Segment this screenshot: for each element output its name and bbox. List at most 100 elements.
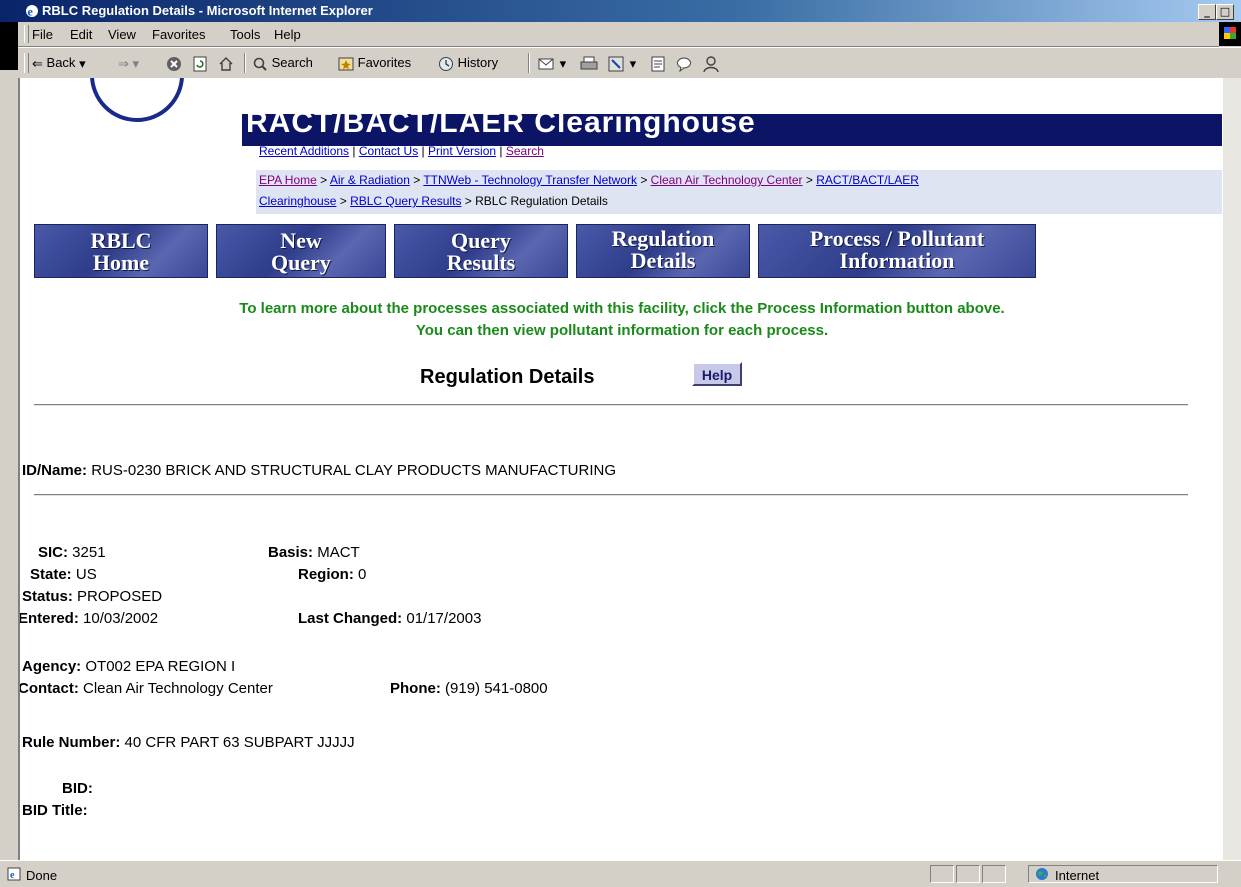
forward-dropdown-icon[interactable]: ▾ <box>133 56 140 72</box>
new-query-button[interactable]: New Query <box>216 224 386 278</box>
rblc-home-line2: Home <box>92 250 150 275</box>
status-label: Status: <box>22 588 73 605</box>
note-line-1: To learn more about the processes associ… <box>239 300 1005 317</box>
status-cell <box>956 865 980 883</box>
last-changed-value: 01/17/2003 <box>406 610 482 627</box>
status-value: PROPOSED <box>77 588 163 605</box>
crumb-ract-bact-laer[interactable]: RACT/BACT/LAER <box>816 173 919 187</box>
left-frame-strip <box>0 22 18 70</box>
back-label: Back <box>46 55 76 70</box>
sic-value: 3251 <box>72 544 106 561</box>
crumb-separator: > <box>316 173 330 187</box>
phone-field: Phone: (919) 541-0800 <box>390 680 548 697</box>
menu-help[interactable]: Help <box>274 27 301 42</box>
link-separator: | <box>349 144 359 158</box>
back-button[interactable]: ⇐ Back ▾ <box>32 55 86 72</box>
home-button[interactable] <box>218 55 234 72</box>
page-title: Regulation Details <box>420 366 595 388</box>
refresh-button[interactable] <box>192 55 208 72</box>
search-button[interactable]: Search <box>252 55 313 72</box>
document-icon <box>651 56 665 72</box>
banner-title: RACT/BACT/LAER Clearinghouse <box>246 114 756 139</box>
query-results-button[interactable]: Query Results <box>394 224 568 278</box>
vertical-scrollbar[interactable] <box>1222 78 1241 860</box>
crumb-query-results[interactable]: RBLC Query Results <box>350 194 461 208</box>
bid-title-field: BID Title: <box>22 802 88 819</box>
mail-dropdown-icon[interactable]: ▾ <box>560 56 567 72</box>
crumb-air-radiation[interactable]: Air & Radiation <box>330 173 410 187</box>
bid-label: BID: <box>62 780 93 797</box>
contact-us-link[interactable]: Contact Us <box>359 144 418 158</box>
crumb-separator: > <box>461 194 476 208</box>
menu-file[interactable]: File <box>32 27 53 42</box>
status-cell <box>930 865 954 883</box>
messenger-chat-button[interactable] <box>676 55 692 72</box>
menu-grip[interactable] <box>24 25 29 43</box>
last-changed-label: Last Changed: <box>298 610 403 627</box>
print-button[interactable] <box>580 55 598 72</box>
crumb-epa-home[interactable]: EPA Home <box>259 173 317 187</box>
state-label: State: <box>30 566 72 583</box>
search-link[interactable]: Search <box>506 144 544 158</box>
menu-view[interactable]: View <box>108 27 136 42</box>
edit-button[interactable]: ▾ <box>608 55 636 72</box>
toolbar-separator <box>528 53 530 73</box>
status-text: Done <box>26 868 58 883</box>
standard-toolbar: ⇐ Back ▾ ⇒ ▾ Search Favorites History ▾ … <box>18 47 1241 79</box>
rblc-home-line1: RBLC <box>90 228 152 253</box>
favorites-button[interactable]: Favorites <box>338 55 411 72</box>
mail-button[interactable]: ▾ <box>538 55 566 72</box>
crumb-ttnweb[interactable]: TTNWeb - Technology Transfer Network <box>423 173 637 187</box>
forward-button[interactable]: ⇒ ▾ <box>118 55 139 72</box>
minimize-button[interactable]: _ <box>1198 4 1216 20</box>
entered-label: Entered: <box>18 610 79 627</box>
process-pollutant-button[interactable]: Process / Pollutant Information <box>758 224 1036 278</box>
rblc-home-button[interactable]: RBLC Home <box>34 224 208 278</box>
menu-favorites[interactable]: Favorites <box>152 27 205 42</box>
chat-bubble-icon <box>677 57 691 72</box>
menu-edit[interactable]: Edit <box>70 27 92 42</box>
forward-arrow-icon: ⇒ <box>118 55 129 71</box>
crumb-separator: > <box>409 173 424 187</box>
zone-cell: Internet <box>1028 865 1218 883</box>
crumb-separator: > <box>802 173 817 187</box>
page-content: RACT/BACT/LAER Clearinghouse Recent Addi… <box>18 78 1224 860</box>
crumb-separator: > <box>336 194 351 208</box>
recent-additions-link[interactable]: Recent Additions <box>259 144 349 158</box>
regulation-details-line2: Details <box>630 248 696 273</box>
agency-field: Agency: OT002 EPA REGION I <box>22 658 235 675</box>
contact-field: Contact: Clean Air Technology Center <box>20 680 273 697</box>
history-button[interactable]: History <box>438 55 498 72</box>
edit-dropdown-icon[interactable]: ▾ <box>630 56 637 72</box>
page-done-icon: e <box>7 867 21 881</box>
process-pollutant-line1: Process / Pollutant <box>809 226 985 251</box>
status-cell <box>982 865 1006 883</box>
search-icon <box>253 57 267 71</box>
toolbar-grip[interactable] <box>24 53 29 73</box>
divider <box>34 494 1188 496</box>
stop-icon <box>167 56 181 71</box>
windows-logo <box>1219 22 1241 46</box>
rule-number-label: Rule Number: <box>22 734 121 751</box>
windows-flag-icon <box>1224 27 1236 39</box>
messenger-button[interactable] <box>702 55 720 73</box>
help-button[interactable]: Help <box>692 362 742 386</box>
agency-value: OT002 EPA REGION I <box>85 658 236 675</box>
crumb-clearinghouse[interactable]: Clearinghouse <box>259 194 336 208</box>
window-title: RBLC Regulation Details - Microsoft Inte… <box>42 3 373 18</box>
basis-value: MACT <box>317 544 360 561</box>
stop-button[interactable] <box>166 55 182 72</box>
regulation-details-button[interactable]: Regulation Details <box>576 224 750 278</box>
breadcrumb: EPA Home > Air & Radiation > TTNWeb - Te… <box>256 170 1224 214</box>
state-field: State: US <box>30 566 97 583</box>
process-info-note: To learn more about the processes associ… <box>20 298 1224 342</box>
status-field: Status: PROPOSED <box>22 588 162 605</box>
discuss-button[interactable] <box>650 55 666 72</box>
link-separator: | <box>418 144 429 158</box>
crumb-catc[interactable]: Clean Air Technology Center <box>651 173 803 187</box>
back-dropdown-icon[interactable]: ▾ <box>79 56 86 72</box>
menu-tools[interactable]: Tools <box>230 27 260 42</box>
mail-icon <box>538 58 554 70</box>
print-version-link[interactable]: Print Version <box>428 144 496 158</box>
maximize-button[interactable]: □ <box>1216 4 1234 20</box>
